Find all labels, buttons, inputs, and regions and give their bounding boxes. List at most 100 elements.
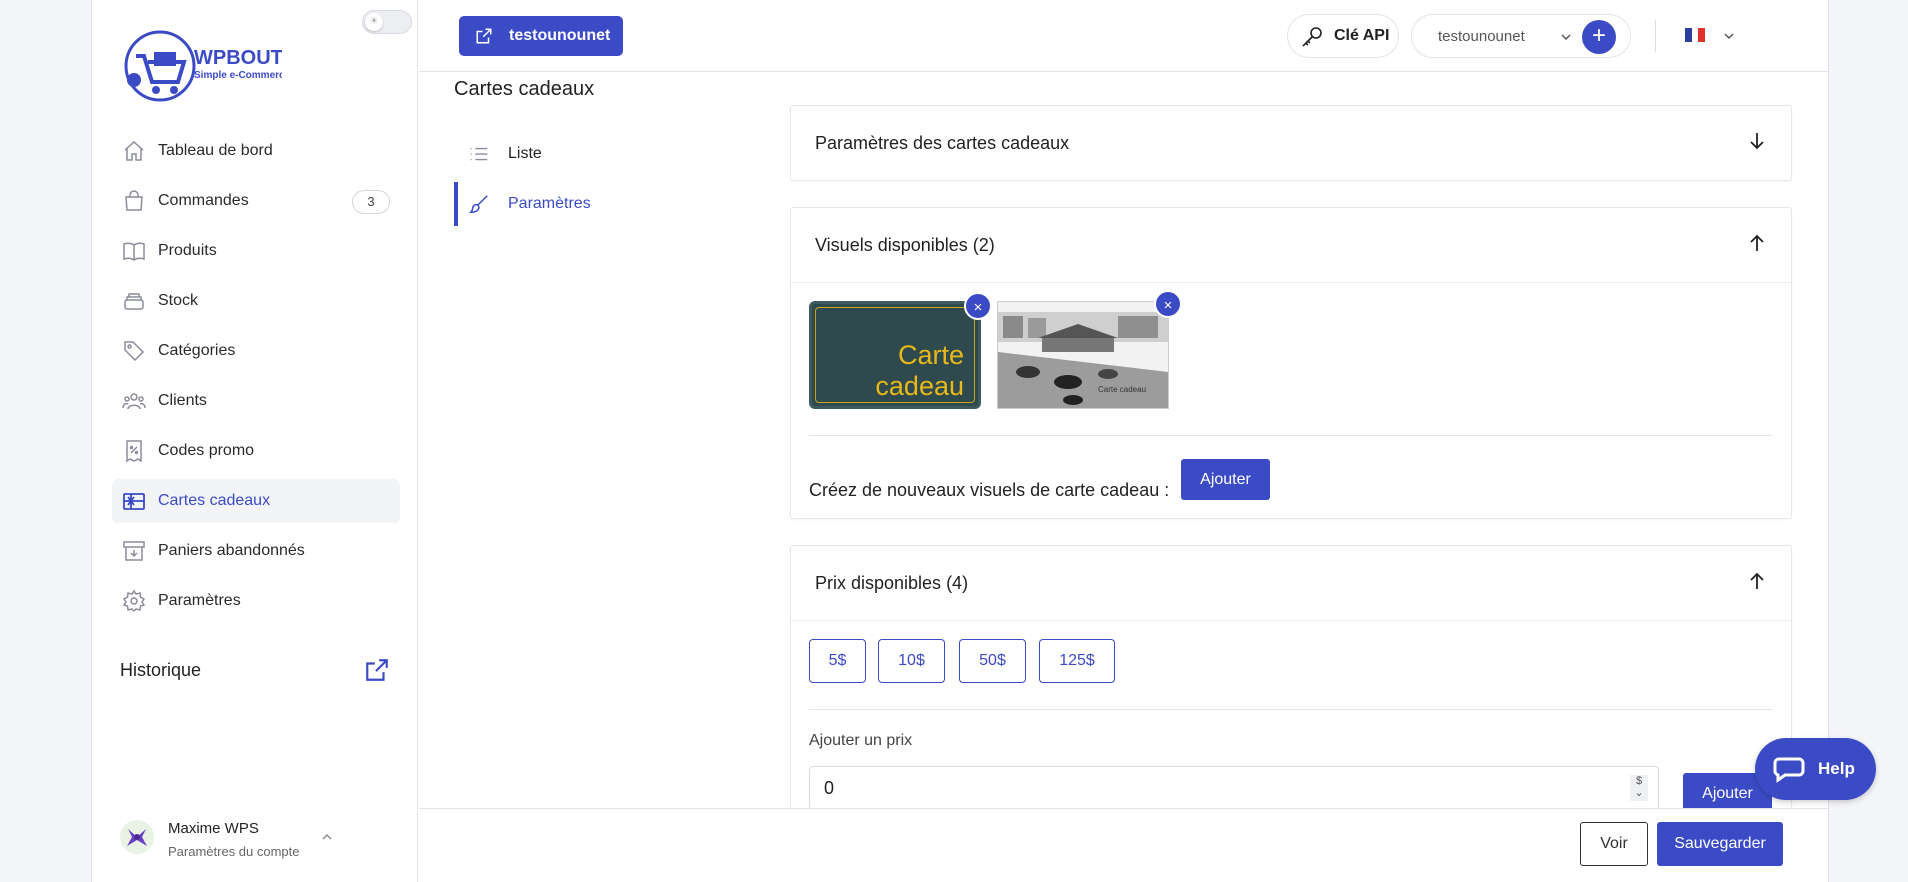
sidebar-item-clients[interactable]: Clients: [112, 379, 400, 423]
api-key-button[interactable]: Clé API: [1287, 14, 1399, 58]
card-visual-text: Carte cadeau: [875, 340, 964, 401]
sidebar-item-codes-promo[interactable]: Codes promo: [112, 429, 400, 473]
topbar: testounounet Clé API testounounet +: [419, 0, 1828, 72]
external-link-icon[interactable]: [364, 657, 390, 683]
tag-icon: [124, 341, 145, 362]
bag-icon: [125, 190, 143, 211]
tab-label: Paramètres: [508, 195, 591, 212]
divider: [809, 709, 1773, 710]
theme-toggle[interactable]: ☀: [362, 10, 412, 34]
visuals-panel: Visuels disponibles (2) Carte cadeau × C…: [790, 207, 1792, 519]
sidebar-item-label: Produits: [158, 242, 217, 259]
arrow-up-icon: [1750, 234, 1764, 251]
user-account[interactable]: Maxime WPS Paramètres du compte: [120, 818, 400, 868]
tab-liste[interactable]: Liste: [454, 132, 654, 176]
shop-select[interactable]: testounounet +: [1411, 14, 1631, 58]
price-chip[interactable]: 10$: [878, 639, 945, 683]
sidebar-item-label: Commandes: [158, 192, 249, 209]
sidebar-item-paniers-abandonnes[interactable]: Paniers abandonnés: [112, 529, 400, 573]
sidebar-item-label: Tableau de bord: [158, 142, 273, 159]
orders-count-badge: 3: [352, 190, 390, 214]
prices-panel-header[interactable]: Prix disponibles (4): [791, 546, 1791, 620]
sub-nav: Liste Paramètres: [454, 132, 654, 232]
chevron-down-icon: [1724, 33, 1734, 40]
sidebar-item-commandes[interactable]: Commandes 3: [112, 179, 400, 223]
price-chip[interactable]: 50$: [959, 639, 1026, 683]
sidebar-item-tableau-de-bord[interactable]: Tableau de bord: [112, 129, 400, 173]
help-button[interactable]: Help: [1755, 738, 1876, 800]
wpboutik-logo[interactable]: WPBOUTIK Simple e-Commerce: [122, 26, 282, 102]
topbar-divider: [1655, 20, 1656, 52]
store-link-button[interactable]: testounounet: [459, 16, 623, 56]
price-chip[interactable]: 5$: [809, 639, 866, 683]
remove-visual-button[interactable]: ×: [964, 292, 992, 320]
photo-caption: Carte cadeau: [1098, 385, 1146, 394]
create-visual-label: Créez de nouveaux visuels de carte cadea…: [809, 480, 1170, 500]
history-heading: Historique: [120, 660, 202, 680]
sidebar-nav: Tableau de bord Commandes 3 Produits Sto…: [112, 129, 400, 629]
price-chip[interactable]: 125$: [1039, 639, 1115, 683]
sidebar-item-label: Paniers abandonnés: [158, 542, 305, 559]
sidebar-item-label: Cartes cadeaux: [158, 492, 271, 509]
account-settings-link[interactable]: Paramètres du compte: [168, 844, 300, 859]
view-button[interactable]: Voir: [1580, 822, 1648, 866]
sidebar-item-parametres[interactable]: Paramètres: [112, 579, 400, 623]
chat-bubble-icon: [1773, 757, 1805, 783]
sun-icon: ☀: [365, 13, 383, 31]
tab-parametres[interactable]: Paramètres: [454, 182, 654, 226]
divider: [809, 435, 1773, 436]
home-icon: [124, 140, 144, 161]
archive-icon: [123, 541, 145, 561]
gift-card-icon: [123, 493, 145, 510]
arrow-up-icon: [1750, 572, 1764, 589]
currency-symbol: $: [1635, 775, 1643, 787]
chevron-up-icon[interactable]: [320, 830, 334, 844]
sidebar-item-label: Catégories: [158, 342, 236, 359]
sidebar-item-stock[interactable]: Stock: [112, 279, 400, 323]
key-icon: [1302, 27, 1322, 47]
gear-icon: [122, 589, 146, 613]
add-shop-button[interactable]: +: [1582, 20, 1616, 54]
footer-actions: Voir Sauvegarder: [419, 808, 1828, 882]
page-title: Cartes cadeaux: [454, 78, 595, 100]
brand-tagline: Simple e-Commerce: [194, 70, 282, 81]
api-key-label: Clé API: [1334, 27, 1390, 44]
prices-panel: Prix disponibles (4) 5$ 10$ 50$ 125$ Ajo…: [790, 545, 1792, 809]
arrow-down-icon: [1750, 133, 1764, 150]
sidebar-item-categories[interactable]: Catégories: [112, 329, 400, 373]
tab-label: Liste: [508, 145, 542, 162]
prices-panel-body: 5$ 10$ 50$ 125$ Ajouter un prix 0 $ ⌄ Ajo…: [791, 620, 1791, 809]
settings-panel-header[interactable]: Paramètres des cartes cadeaux: [791, 106, 1791, 180]
panel-title: Prix disponibles (4): [815, 572, 969, 593]
sidebar: WPBOUTIK Simple e-Commerce ☀ Tableau de …: [92, 0, 418, 882]
remove-visual-button[interactable]: ×: [1154, 290, 1182, 318]
sidebar-item-label: Paramètres: [158, 592, 241, 609]
number-stepper[interactable]: $ ⌄: [1630, 775, 1648, 801]
add-price-label: Ajouter un prix: [809, 732, 913, 749]
list-icon: [470, 147, 488, 161]
panel-title: Visuels disponibles (2): [815, 234, 995, 255]
save-button[interactable]: Sauvegarder: [1657, 822, 1783, 866]
france-flag-icon: [1685, 28, 1706, 42]
help-label: Help: [1818, 759, 1855, 778]
gift-card-visual: Carte cadeau ×: [809, 292, 992, 409]
brush-icon: [468, 195, 488, 213]
sidebar-item-cartes-cadeaux[interactable]: Cartes cadeaux: [112, 479, 400, 523]
photo-image: Carte cadeau: [998, 302, 1168, 408]
language-selector[interactable]: [1685, 26, 1745, 46]
shop-select-value: testounounet: [1438, 27, 1525, 45]
panel-title: Paramètres des cartes cadeaux: [815, 132, 1070, 153]
add-visual-button[interactable]: Ajouter: [1181, 459, 1270, 500]
sidebar-item-label: Codes promo: [158, 442, 255, 459]
sidebar-item-produits[interactable]: Produits: [112, 229, 400, 273]
avatar: [120, 820, 154, 854]
visuals-panel-body: Carte cadeau × Carte cadeau × Créez de n…: [791, 282, 1791, 519]
brand-name: WPBOUTIK: [194, 47, 282, 69]
price-input-value: 0: [824, 778, 835, 798]
users-icon: [122, 393, 146, 410]
stack-icon: [124, 293, 144, 310]
price-input[interactable]: 0 $ ⌄: [809, 766, 1659, 809]
receipt-percent-icon: [126, 440, 142, 463]
visuals-panel-header[interactable]: Visuels disponibles (2): [791, 208, 1791, 282]
store-link-label: testounounet: [509, 27, 611, 44]
